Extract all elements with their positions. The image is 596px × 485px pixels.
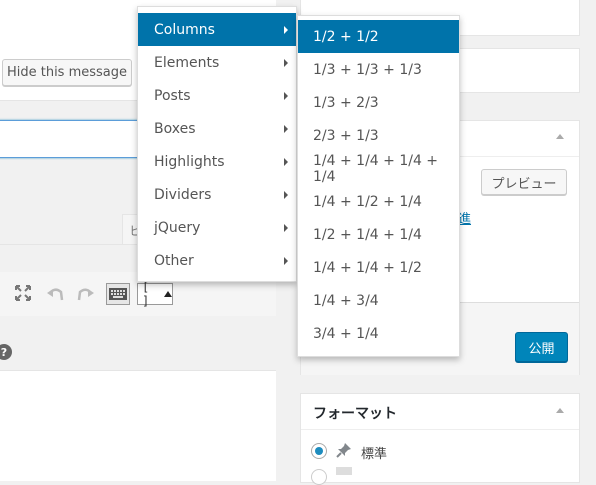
submenu-item-label: 3/4 + 1/4 (313, 325, 379, 342)
fullscreen-icon[interactable] (14, 284, 32, 306)
shortcode-menu: Columns Elements Posts Boxes Highlights … (137, 6, 297, 282)
chevron-right-icon (284, 58, 288, 67)
chevron-right-icon (284, 256, 288, 265)
format-standard-radio[interactable] (311, 443, 327, 459)
submenu-item-label: 1/4 + 3/4 (313, 292, 379, 309)
menu-item-label: Elements (154, 54, 220, 71)
format-next-icon (336, 467, 352, 475)
menu-item-label: jQuery (154, 219, 201, 236)
submenu-item-label: 1/2 + 1/4 + 1/4 (313, 226, 422, 243)
chevron-right-icon (284, 124, 288, 133)
submenu-item-quarter-threequarters[interactable]: 1/4 + 3/4 (298, 284, 459, 317)
menu-item-label: Boxes (154, 120, 196, 137)
submenu-item-label: 1/3 + 2/3 (313, 94, 379, 111)
editor-content[interactable] (0, 370, 276, 481)
columns-submenu: 1/2 + 1/2 1/3 + 1/3 + 1/3 1/3 + 2/3 2/3 … (297, 15, 460, 357)
menu-item-elements[interactable]: Elements (138, 46, 296, 79)
menu-item-other[interactable]: Other (138, 244, 296, 277)
submenu-item-label: 1/4 + 1/4 + 1/4 + 1/4 (313, 152, 439, 185)
hide-message-button[interactable]: Hide this message (2, 59, 132, 86)
submenu-item-label: 2/3 + 1/3 (313, 127, 379, 144)
submenu-item-third-twothirds[interactable]: 1/3 + 2/3 (298, 86, 459, 119)
help-icon[interactable]: ? (0, 344, 12, 360)
format-collapse-icon[interactable] (556, 408, 564, 413)
submenu-item-label: 1/2 + 1/2 (313, 28, 379, 45)
submenu-item-quarter-half-quarter[interactable]: 1/4 + 1/2 + 1/4 (298, 185, 459, 218)
shortcode-icon: [ ] (142, 280, 150, 308)
menu-item-label: Other (154, 252, 194, 269)
menu-item-label: Posts (154, 87, 191, 104)
chevron-right-icon (284, 25, 288, 34)
pin-icon (335, 441, 353, 463)
menu-item-dividers[interactable]: Dividers (138, 178, 296, 211)
submenu-item-label: 1/4 + 1/2 + 1/4 (313, 193, 422, 210)
menu-item-label: Dividers (154, 186, 212, 203)
caret-up-icon (164, 291, 172, 297)
menu-item-label: Columns (154, 21, 215, 38)
keyboard-icon[interactable] (106, 283, 130, 305)
format-box-title: フォーマット (313, 406, 397, 422)
submenu-item-thirds[interactable]: 1/3 + 1/3 + 1/3 (298, 53, 459, 86)
preview-button[interactable]: プレビュー (481, 169, 567, 195)
submenu-item-label: 1/3 + 1/3 + 1/3 (313, 61, 422, 78)
chevron-right-icon (284, 157, 288, 166)
help-glyph: ? (0, 345, 8, 359)
submenu-item-quarter-quarter-half[interactable]: 1/4 + 1/4 + 1/2 (298, 251, 459, 284)
submenu-item-half-half[interactable]: 1/2 + 1/2 (298, 20, 459, 53)
menu-item-label: Highlights (154, 153, 225, 170)
format-next-radio[interactable] (311, 469, 327, 485)
submenu-item-half-quarter-quarter[interactable]: 1/2 + 1/4 + 1/4 (298, 218, 459, 251)
chevron-right-icon (284, 91, 288, 100)
format-standard-label: 標準 (361, 447, 388, 462)
undo-icon[interactable] (45, 284, 65, 306)
submenu-item-twothirds-third[interactable]: 2/3 + 1/3 (298, 119, 459, 152)
submenu-item-label: 1/4 + 1/4 + 1/2 (313, 259, 422, 276)
menu-item-posts[interactable]: Posts (138, 79, 296, 112)
redo-icon[interactable] (76, 284, 96, 306)
publish-collapse-icon[interactable] (556, 134, 564, 139)
menu-item-columns[interactable]: Columns (138, 13, 296, 46)
chevron-right-icon (284, 190, 288, 199)
chevron-right-icon (284, 223, 288, 232)
submenu-item-threequarters-quarter[interactable]: 3/4 + 1/4 (298, 317, 459, 350)
shortcode-button[interactable]: [ ] (137, 280, 173, 308)
submenu-item-quarters[interactable]: 1/4 + 1/4 + 1/4 + 1/4 (298, 152, 459, 185)
menu-item-boxes[interactable]: Boxes (138, 112, 296, 145)
menu-item-jquery[interactable]: jQuery (138, 211, 296, 244)
publish-button[interactable]: 公開 (515, 332, 568, 362)
menu-item-highlights[interactable]: Highlights (138, 145, 296, 178)
format-box-header-line (301, 429, 579, 430)
